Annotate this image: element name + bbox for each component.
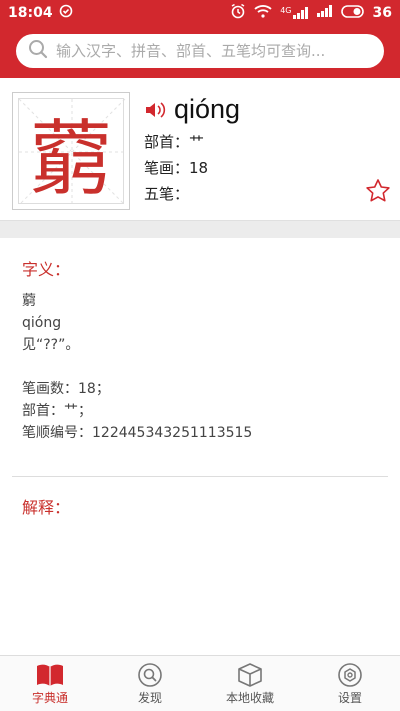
wifi-icon — [254, 4, 272, 22]
meaning-line: 笔顺编号：122445343251113515 — [22, 425, 253, 441]
meaning-line: 笔画数：18； — [22, 381, 110, 397]
meaning-body: 藭 qióng 见“??”。 笔画数：18； 部首：艹； 笔顺编号：122445… — [22, 290, 252, 444]
app-header: 18:04 4G 36 — [0, 0, 400, 78]
character-glyph: 藭 — [29, 111, 112, 207]
speaker-icon[interactable] — [144, 101, 166, 119]
box-icon — [236, 661, 264, 689]
network-label: 4G — [280, 6, 292, 15]
tab-label: 本地收藏 — [225, 691, 274, 705]
pinyin-text: qióng — [174, 94, 241, 124]
bottom-tab-bar: 字典通 发现 本地收藏 设置 — [0, 655, 400, 711]
search-bar[interactable] — [16, 34, 384, 68]
strokes-text: 笔画：18 — [144, 159, 209, 177]
divider-line — [12, 476, 388, 477]
check-circle-icon — [59, 4, 73, 22]
signal-4g-icon: 4G — [280, 7, 308, 19]
section-divider — [0, 220, 400, 238]
meaning-line: 部首：艹； — [22, 403, 92, 419]
tab-local-favorites[interactable]: 本地收藏 — [200, 656, 300, 711]
meaning-line — [22, 356, 252, 378]
wubi-text: 五笔： — [144, 185, 190, 203]
alarm-icon — [230, 3, 246, 23]
meaning-title: 字义： — [22, 260, 71, 279]
battery-icon — [340, 4, 365, 22]
settings-icon — [337, 661, 363, 689]
tab-settings[interactable]: 设置 — [300, 656, 400, 711]
tab-discover[interactable]: 发现 — [100, 656, 200, 711]
status-time: 18:04 — [8, 5, 53, 21]
tab-label: 设置 — [337, 691, 362, 705]
meaning-line: qióng — [22, 315, 62, 331]
explanation-title: 解释： — [22, 498, 71, 517]
tab-dictionary[interactable]: 字典通 — [0, 656, 100, 711]
meaning-line: 藭 — [22, 293, 36, 309]
search-input[interactable] — [56, 42, 372, 60]
battery-level: 36 — [372, 5, 392, 21]
pinyin-row: qióng — [144, 94, 240, 125]
discover-icon — [137, 661, 163, 689]
favorite-star-icon[interactable] — [365, 178, 391, 208]
status-bar: 18:04 4G 36 — [0, 0, 400, 26]
tab-label: 发现 — [137, 691, 162, 705]
meaning-line: 见“??”。 — [22, 337, 80, 353]
radical-text: 部首：艹 — [144, 133, 205, 151]
book-icon — [35, 661, 65, 689]
character-display-box: 藭 — [12, 92, 130, 210]
search-icon — [28, 39, 48, 63]
tab-label: 字典通 — [31, 691, 68, 705]
character-info: qióng 部首：艹 笔画：18 五笔： — [144, 94, 240, 203]
signal-icon — [316, 5, 333, 21]
